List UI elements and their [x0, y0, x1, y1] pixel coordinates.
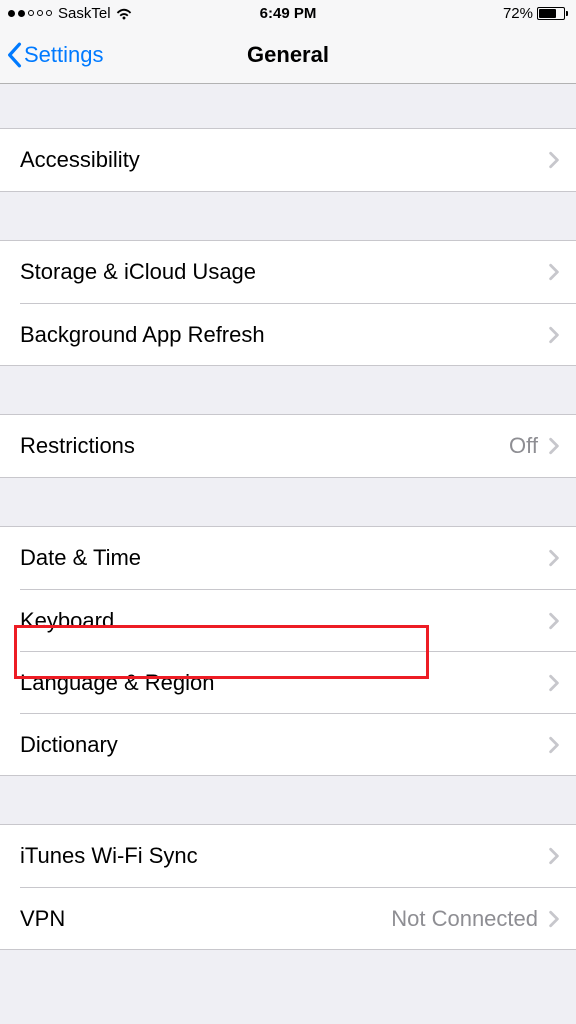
chevron-right-icon — [548, 549, 560, 567]
signal-strength — [8, 10, 52, 17]
row-value: Off — [509, 433, 538, 459]
row-label: Restrictions — [20, 433, 509, 459]
group-spacer — [0, 84, 576, 128]
back-button[interactable]: Settings — [6, 42, 104, 68]
group-spacer — [0, 478, 576, 526]
row-label: Keyboard — [20, 608, 548, 634]
chevron-right-icon — [548, 263, 560, 281]
row-itunes-wifi-sync[interactable]: iTunes Wi-Fi Sync — [0, 825, 576, 887]
row-vpn[interactable]: VPNNot Connected — [20, 887, 576, 949]
settings-list: Accessibility Storage & iCloud Usage Backg… — [0, 84, 576, 950]
row-label: Dictionary — [20, 732, 548, 758]
battery-icon — [537, 7, 568, 20]
chevron-right-icon — [548, 847, 560, 865]
row-accessibility[interactable]: Accessibility — [0, 129, 576, 191]
row-keyboard[interactable]: Keyboard — [20, 589, 576, 651]
row-restrictions[interactable]: RestrictionsOff — [0, 415, 576, 477]
settings-group: iTunes Wi-Fi Sync VPNNot Connected — [0, 824, 576, 950]
back-chevron-icon — [6, 42, 22, 68]
chevron-right-icon — [548, 612, 560, 630]
chevron-right-icon — [548, 437, 560, 455]
group-spacer — [0, 776, 576, 824]
status-left: SaskTel — [8, 5, 133, 22]
chevron-right-icon — [548, 910, 560, 928]
chevron-right-icon — [548, 326, 560, 344]
row-dictionary[interactable]: Dictionary — [20, 713, 576, 775]
row-value: Not Connected — [391, 906, 538, 932]
row-label: Accessibility — [20, 147, 548, 173]
row-language-region[interactable]: Language & Region — [20, 651, 576, 713]
settings-group: Accessibility — [0, 128, 576, 192]
row-label: Storage & iCloud Usage — [20, 259, 548, 285]
status-right: 72% — [503, 5, 568, 22]
row-label: Language & Region — [20, 670, 548, 696]
settings-group: RestrictionsOff — [0, 414, 576, 478]
row-label: Background App Refresh — [20, 322, 548, 348]
wifi-icon — [115, 7, 133, 20]
back-label: Settings — [24, 42, 104, 68]
row-label: VPN — [20, 906, 391, 932]
carrier-label: SaskTel — [58, 5, 111, 22]
status-time: 6:49 PM — [260, 5, 317, 22]
nav-bar: Settings General — [0, 26, 576, 84]
settings-group: Date & Time Keyboard Language & Region Dict… — [0, 526, 576, 776]
chevron-right-icon — [548, 674, 560, 692]
row-date-time[interactable]: Date & Time — [0, 527, 576, 589]
row-label: Date & Time — [20, 545, 548, 571]
settings-group: Storage & iCloud Usage Background App Ref… — [0, 240, 576, 366]
group-spacer — [0, 366, 576, 414]
row-background-app-refresh[interactable]: Background App Refresh — [20, 303, 576, 365]
status-bar: SaskTel 6:49 PM 72% — [0, 0, 576, 26]
chevron-right-icon — [548, 736, 560, 754]
page-title: General — [247, 42, 329, 68]
battery-percent: 72% — [503, 5, 533, 22]
chevron-right-icon — [548, 151, 560, 169]
row-storage-icloud[interactable]: Storage & iCloud Usage — [0, 241, 576, 303]
row-label: iTunes Wi-Fi Sync — [20, 843, 548, 869]
group-spacer — [0, 192, 576, 240]
